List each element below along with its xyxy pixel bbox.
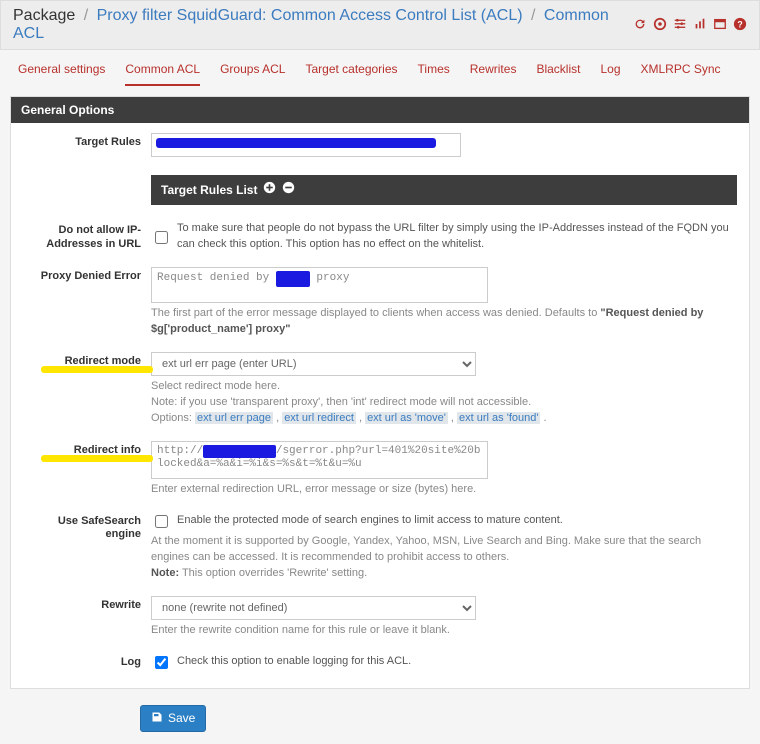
redirect-info-label: Redirect info xyxy=(23,441,151,457)
tab-xmlrpc-sync[interactable]: XMLRPC Sync xyxy=(641,62,721,86)
tab-common-acl[interactable]: Common ACL xyxy=(125,62,200,86)
proxy-denied-textarea[interactable]: Request denied by xxxx proxy xyxy=(151,267,488,303)
safesearch-checkbox[interactable] xyxy=(155,515,168,528)
svg-text:?: ? xyxy=(737,19,742,29)
breadcrumb: Package / Proxy filter SquidGuard: Commo… xyxy=(13,7,633,43)
tabs: General settings Common ACL Groups ACL T… xyxy=(0,50,760,86)
redirect-mode-help: Select redirect mode here. Note: if you … xyxy=(151,379,737,427)
no-ip-checkbox[interactable] xyxy=(155,231,168,244)
minus-icon[interactable] xyxy=(282,181,295,199)
help-icon[interactable]: ? xyxy=(733,17,747,34)
redacted: xxxxxxxxxxx xyxy=(203,445,276,458)
stats-icon[interactable] xyxy=(693,17,707,34)
tab-log[interactable]: Log xyxy=(600,62,620,86)
redacted xyxy=(156,138,436,148)
tab-general-settings[interactable]: General settings xyxy=(18,62,105,86)
redirect-mode-label: Redirect mode xyxy=(23,352,151,368)
save-button[interactable]: Save xyxy=(140,705,206,732)
window-icon[interactable] xyxy=(713,17,727,34)
tab-groups-acl[interactable]: Groups ACL xyxy=(220,62,285,86)
general-options-panel: General Options Target Rules Target Rule… xyxy=(10,96,750,689)
header-actions: ? xyxy=(633,17,747,34)
tab-blacklist[interactable]: Blacklist xyxy=(536,62,580,86)
no-ip-label: Do not allow IP-Addresses in URL xyxy=(23,221,151,250)
target-rules-input[interactable] xyxy=(151,133,461,157)
tab-rewrites[interactable]: Rewrites xyxy=(470,62,517,86)
breadcrumb-root: Package xyxy=(13,7,75,24)
no-ip-text: To make sure that people do not bypass t… xyxy=(177,221,737,253)
target-rules-list-header[interactable]: Target Rules List xyxy=(151,175,737,205)
safesearch-label: Use SafeSearch engine xyxy=(23,512,151,541)
log-text: Check this option to enable logging for … xyxy=(177,654,411,670)
sliders-icon[interactable] xyxy=(673,17,687,34)
breadcrumb-mid[interactable]: Proxy filter SquidGuard: Common Access C… xyxy=(97,7,523,24)
log-label: Log xyxy=(23,653,151,669)
proxy-denied-label: Proxy Denied Error xyxy=(23,267,151,283)
record-icon[interactable] xyxy=(653,17,667,34)
proxy-denied-help: The first part of the error message disp… xyxy=(151,306,737,338)
safesearch-text: Enable the protected mode of search engi… xyxy=(177,513,563,529)
redacted: xxxx xyxy=(276,271,310,287)
rewrite-label: Rewrite xyxy=(23,596,151,612)
redirect-mode-select[interactable]: ext url err page (enter URL) xyxy=(151,352,476,376)
redirect-info-textarea[interactable]: http://xxxxxxxxxxx/sgerror.php?url=401%2… xyxy=(151,441,488,479)
rewrite-select[interactable]: none (rewrite not defined) xyxy=(151,596,476,620)
log-checkbox[interactable] xyxy=(155,656,168,669)
tab-target-categories[interactable]: Target categories xyxy=(305,62,397,86)
safesearch-help: At the moment it is supported by Google,… xyxy=(151,534,737,582)
tab-times[interactable]: Times xyxy=(418,62,450,86)
panel-title: General Options xyxy=(11,97,749,123)
breadcrumb-bar: Package / Proxy filter SquidGuard: Commo… xyxy=(0,0,760,50)
plus-icon[interactable] xyxy=(263,181,276,199)
target-rules-label: Target Rules xyxy=(23,133,151,149)
save-icon xyxy=(151,711,163,726)
redirect-info-help: Enter external redirection URL, error me… xyxy=(151,482,737,498)
rewrite-help: Enter the rewrite condition name for thi… xyxy=(151,623,737,639)
refresh-icon[interactable] xyxy=(633,17,647,34)
